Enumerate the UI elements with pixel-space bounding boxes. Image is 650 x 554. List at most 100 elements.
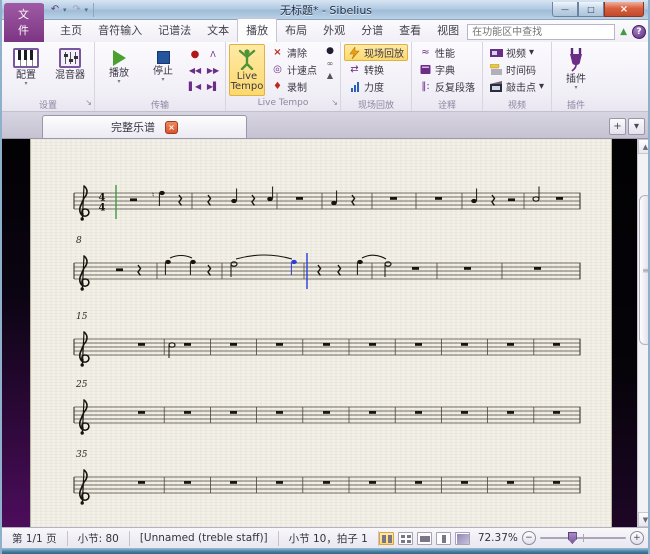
- chevron-down-icon: ▾: [539, 81, 544, 92]
- view-panorama-button[interactable]: [455, 532, 470, 545]
- minimize-button[interactable]: —: [552, 2, 578, 17]
- transform-live-playback-button[interactable]: ⇄ 转换: [344, 61, 408, 78]
- help-button[interactable]: ?: [632, 25, 646, 39]
- velocity-button[interactable]: 力度: [344, 78, 408, 95]
- rewind-button[interactable]: ◀◀: [189, 66, 201, 75]
- group-live-tempo-label: Live Tempo: [258, 98, 309, 108]
- view-pages-grid-button[interactable]: [398, 532, 413, 545]
- tab-parts[interactable]: 分谱: [353, 19, 391, 42]
- group-live-playback-label: 现场回放: [358, 101, 394, 111]
- collapse-ribbon-icon[interactable]: ▲: [620, 27, 627, 37]
- redo-caret-icon[interactable]: ▾: [85, 6, 89, 14]
- tab-note-input[interactable]: 音符输入: [90, 19, 150, 42]
- score-system-2[interactable]: 8: [72, 235, 584, 295]
- view-single-horizontal-button[interactable]: [417, 532, 432, 545]
- live-tempo-button[interactable]: Live Tempo: [229, 44, 265, 96]
- group-video: 视频 ▾ 时间码: [483, 42, 552, 111]
- zoom-slider-thumb[interactable]: [568, 532, 577, 544]
- close-button[interactable]: ×: [604, 2, 644, 17]
- tab-text[interactable]: 文本: [199, 19, 237, 42]
- setup-button[interactable]: 配置 ▾: [5, 44, 47, 96]
- view-pages-horizontal-button[interactable]: [379, 532, 394, 545]
- clear-live-tempo-button[interactable]: × 清除: [267, 44, 321, 61]
- move-to-end-button[interactable]: ▶▌: [207, 82, 219, 91]
- record-live-tempo-icon: ♦: [271, 81, 284, 92]
- plugins-button[interactable]: 插件 ▾: [555, 44, 597, 96]
- score-area[interactable]: 4 4 ♮: [2, 139, 648, 527]
- scrollbar-thumb[interactable]: ≡: [639, 195, 650, 345]
- mini-option-2-icon[interactable]: ∞: [327, 59, 334, 68]
- group-plugins-label: 插件: [567, 101, 585, 111]
- new-tab-button[interactable]: +: [609, 118, 626, 135]
- video-button[interactable]: 视频 ▾: [486, 44, 548, 61]
- tab-appearance[interactable]: 外观: [315, 19, 353, 42]
- stop-button[interactable]: 停止 ▾: [142, 44, 184, 96]
- ribbon-search-input[interactable]: [467, 24, 615, 40]
- timecode-label: 时间码: [506, 62, 536, 77]
- zoom-out-button[interactable]: −: [522, 531, 536, 545]
- dialog-launcher-icon[interactable]: ↘: [331, 99, 338, 107]
- window-controls: — □ ×: [552, 2, 648, 17]
- record-live-tempo-button[interactable]: ♦ 录制: [267, 78, 321, 95]
- status-bar-count: 小节: 80: [68, 531, 130, 546]
- notes: ♮: [130, 187, 563, 207]
- dialog-launcher-icon[interactable]: ↘: [85, 99, 92, 107]
- scroll-down-button[interactable]: ▼: [638, 512, 650, 527]
- close-tab-icon[interactable]: ×: [165, 121, 178, 134]
- play-button[interactable]: 播放 ▾: [98, 44, 140, 96]
- group-live-tempo: Live Tempo × 清除 ◎ 计速点 ♦ 录制: [226, 42, 341, 111]
- hit-points-button[interactable]: 敲击点 ▾: [486, 78, 548, 95]
- record-live-tempo-label: 录制: [287, 79, 307, 94]
- staff-lines: [74, 193, 580, 210]
- mixer-button[interactable]: 混音器: [49, 44, 91, 96]
- selected-note[interactable]: [291, 260, 297, 264]
- timecode-button[interactable]: 时间码: [486, 61, 548, 78]
- mini-option-3-icon[interactable]: ▲: [327, 71, 333, 80]
- move-to-start-button[interactable]: ▌◀: [189, 82, 201, 91]
- score-background: [612, 139, 637, 527]
- maximize-button[interactable]: □: [578, 2, 604, 17]
- tab-file[interactable]: 文件: [4, 3, 44, 42]
- score-system-5[interactable]: 35: [72, 449, 584, 509]
- clear-icon: ×: [271, 47, 284, 58]
- repeats-button[interactable]: ‖: 反复段落: [415, 78, 479, 95]
- bar-number: 25: [75, 380, 88, 390]
- tab-full-score[interactable]: 完整乐谱 ×: [42, 115, 247, 138]
- zoom-slider[interactable]: [540, 531, 626, 545]
- live-playback-label: 现场回放: [364, 45, 404, 60]
- tab-layout[interactable]: 布局: [277, 19, 315, 42]
- tab-review[interactable]: 查看: [391, 19, 429, 42]
- staff-lines: [74, 263, 580, 280]
- mini-option-1-icon[interactable]: ●: [326, 46, 334, 56]
- metronome-click-button[interactable]: Λ: [210, 50, 215, 59]
- record-button[interactable]: ●: [191, 49, 200, 60]
- tab-notations[interactable]: 记谱法: [150, 19, 199, 42]
- redo-button[interactable]: ↷: [70, 2, 84, 17]
- tab-view[interactable]: 视图: [429, 19, 467, 42]
- view-single-vertical-button[interactable]: [436, 532, 451, 545]
- chevron-down-icon: ▾: [24, 81, 27, 87]
- tap-points-button[interactable]: ◎ 计速点: [267, 61, 321, 78]
- performance-label: 性能: [435, 45, 455, 60]
- live-playback-toggle[interactable]: 现场回放: [344, 44, 408, 61]
- bar-number: 35: [76, 450, 88, 460]
- scroll-up-button[interactable]: ▲: [638, 139, 650, 154]
- dictionary-button[interactable]: 字典: [415, 61, 479, 78]
- score-page[interactable]: 4 4 ♮: [30, 139, 612, 527]
- timecode-icon: [490, 64, 503, 75]
- performance-button[interactable]: ≈ 性能: [415, 44, 479, 61]
- fast-forward-button[interactable]: ▶▶: [207, 66, 219, 75]
- tab-home[interactable]: 主页: [52, 19, 90, 42]
- score-system-3[interactable]: 15: [72, 311, 584, 371]
- undo-caret-icon[interactable]: ▾: [63, 6, 67, 14]
- tab-play[interactable]: 播放: [237, 18, 277, 42]
- score-system-1[interactable]: 4 4 ♮: [72, 179, 584, 225]
- svg-text:♮: ♮: [152, 191, 155, 199]
- zoom-in-button[interactable]: +: [630, 531, 644, 545]
- tab-menu-button[interactable]: ▾: [628, 118, 645, 135]
- vertical-scrollbar[interactable]: ▲ ≡ ▼: [637, 139, 650, 527]
- piano-keyboard-icon: [13, 48, 39, 68]
- undo-button[interactable]: ↶: [48, 2, 62, 17]
- score-system-4[interactable]: 25: [72, 379, 584, 439]
- tab-full-score-label: 完整乐谱: [111, 119, 155, 135]
